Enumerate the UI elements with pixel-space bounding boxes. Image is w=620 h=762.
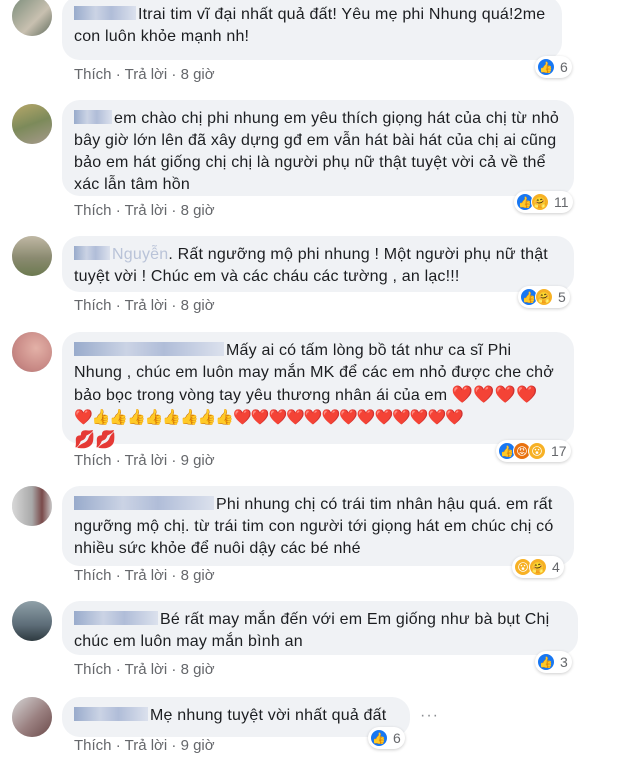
reply-link[interactable]: Trả lời [125,661,168,678]
reaction-count: 6 [560,59,568,75]
avatar[interactable] [12,332,52,372]
timestamp[interactable]: 8 giờ [181,202,215,219]
timestamp[interactable]: 8 giờ [181,661,215,678]
reaction-count: 17 [551,443,567,459]
reaction-summary[interactable]: 👍 3 [535,651,572,673]
avatar[interactable] [12,0,52,36]
separator: · [115,66,125,83]
comment-actions: Thích · Trả lời · 8 giờ [74,567,215,584]
redacted-name[interactable] [74,246,110,260]
avatar[interactable] [12,601,52,641]
reply-link[interactable]: Trả lời [125,452,168,469]
more-options-icon[interactable]: ··· [420,707,439,725]
reaction-summary[interactable]: 👍 6 [535,56,572,78]
care-icon: 🤗 [535,288,553,306]
redacted-name[interactable] [74,6,136,20]
reaction-count: 5 [558,289,566,305]
timestamp[interactable]: 8 giờ [181,66,215,83]
separator: · [115,661,125,678]
like-link[interactable]: Thích [74,297,112,314]
like-icon: 👍 [370,729,388,747]
reaction-summary[interactable]: 👍 🤗 11 [514,191,573,213]
redacted-name[interactable] [74,342,224,356]
separator: · [171,567,181,584]
reaction-count: 3 [560,654,568,670]
emoji-line: 💋💋 [74,430,117,449]
timestamp[interactable]: 9 giờ [181,452,215,469]
reaction-summary[interactable]: 👍 🤗 5 [518,286,570,308]
separator: · [115,452,125,469]
like-link[interactable]: Thích [74,661,112,678]
avatar[interactable] [12,697,52,737]
comment-text: em chào chị phi nhung em yêu thích giọng… [74,110,560,193]
separator: · [171,737,181,754]
comment-bubble: Phi nhung chị có trái tim nhân hậu quá. … [62,486,574,566]
name-fragment[interactable]: Nguyễn [112,246,168,263]
comment-bubble: Bé rất may mắn đến với em Em giống như b… [62,601,578,655]
comment-actions: Thích · Trả lời · 8 giờ [74,661,215,678]
reply-link[interactable]: Trả lời [125,297,168,314]
reaction-count: 11 [554,194,569,210]
reaction-count: 6 [393,730,401,746]
separator: · [171,297,181,314]
reaction-summary[interactable]: 👍 😡 😮 17 [496,440,571,462]
avatar[interactable] [12,236,52,276]
comment-actions: Thích · Trả lời · 8 giờ [74,297,215,314]
reply-link[interactable]: Trả lời [125,567,168,584]
avatar[interactable] [12,486,52,526]
comment-text: Mẹ nhung tuyệt vời nhất quả đất [150,707,387,724]
reply-link[interactable]: Trả lời [125,66,168,83]
comment-actions: Thích · Trả lời · 8 giờ [74,202,215,219]
comment-text: Itrai tim vĩ đại nhất quả đất! Yêu mẹ ph… [74,6,546,45]
care-icon: 🤗 [529,558,547,576]
comment-actions: Thích · Trả lời · 8 giờ [74,66,215,83]
redacted-name[interactable] [74,110,112,124]
separator: · [115,567,125,584]
redacted-name[interactable] [74,707,148,721]
comment-actions: Thích · Trả lời · 9 giờ [74,737,215,754]
comment-bubble: Mấy ai có tấm lòng bồ tát như ca sĩ Phi … [62,332,574,449]
wow-icon: 😮 [528,442,546,460]
comment-actions: Thích · Trả lời · 9 giờ [74,452,215,469]
separator: · [171,66,181,83]
comment-bubble: Nguyễn. Rất ngưỡng mộ phi nhung ! Một ng… [62,236,574,292]
like-link[interactable]: Thích [74,452,112,469]
like-link[interactable]: Thích [74,737,112,754]
separator: · [171,661,181,678]
redacted-name[interactable] [74,496,214,510]
like-icon: 👍 [537,58,555,76]
like-icon: 👍 [537,653,555,671]
separator: · [171,452,181,469]
emoji-line: ❤️❤️❤️❤️ [451,385,538,404]
reply-link[interactable]: Trả lời [125,737,168,754]
reaction-summary[interactable]: 👍 6 [368,727,405,749]
separator: · [115,737,125,754]
separator: · [171,202,181,219]
reaction-summary[interactable]: 😮 🤗 4 [512,556,564,578]
separator: · [115,297,125,314]
timestamp[interactable]: 8 giờ [181,297,215,314]
reaction-count: 4 [552,559,560,575]
timestamp[interactable]: 8 giờ [181,567,215,584]
comment-bubble: em chào chị phi nhung em yêu thích giọng… [62,100,574,196]
comment-bubble: Itrai tim vĩ đại nhất quả đất! Yêu mẹ ph… [62,0,562,60]
emoji-line: ❤️👍👍👍👍👍👍👍👍❤️❤️❤️❤️❤️❤️❤️❤️❤️❤️❤️❤️❤️ [74,409,464,426]
care-icon: 🤗 [531,193,549,211]
reply-link[interactable]: Trả lời [125,202,168,219]
redacted-name[interactable] [74,611,158,625]
avatar[interactable] [12,104,52,144]
like-link[interactable]: Thích [74,66,112,83]
separator: · [115,202,125,219]
timestamp[interactable]: 9 giờ [181,737,215,754]
comment-bubble: Mẹ nhung tuyệt vời nhất quả đất [62,697,410,737]
like-link[interactable]: Thích [74,202,112,219]
like-link[interactable]: Thích [74,567,112,584]
